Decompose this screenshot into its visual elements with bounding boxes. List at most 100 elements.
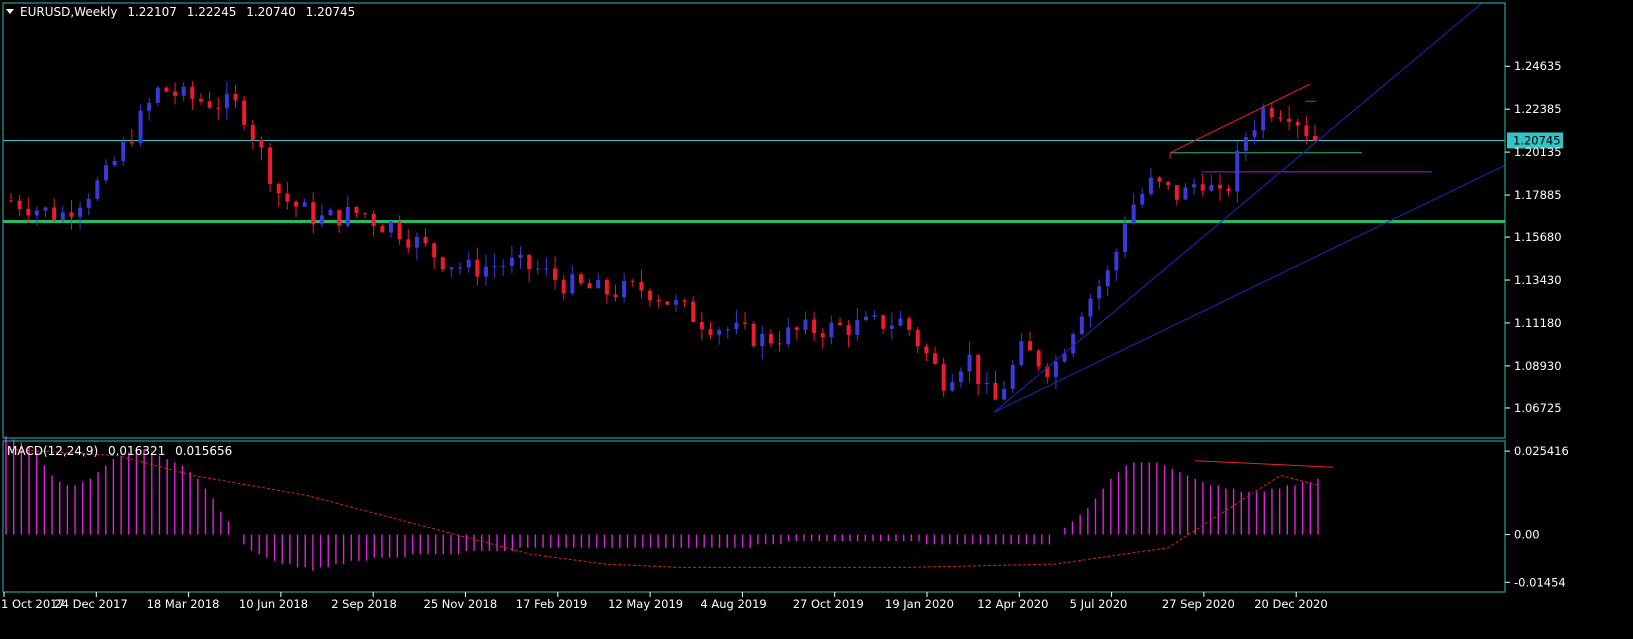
candle-body	[570, 274, 575, 294]
candle-body	[1218, 184, 1223, 189]
candle-body	[1192, 184, 1197, 188]
candle-body	[760, 333, 765, 347]
candle-body	[708, 329, 713, 335]
candle-body	[380, 226, 385, 233]
open-value: 1.22107	[127, 5, 177, 19]
candle-body	[535, 268, 540, 270]
candle-body	[112, 161, 117, 166]
candle-body	[181, 86, 186, 96]
candle-body	[976, 354, 981, 384]
macd-value: 0.016321	[108, 444, 165, 458]
candle-body	[907, 318, 912, 330]
candle-body	[527, 254, 532, 270]
time-tick-label: 5 Jul 2020	[1070, 597, 1128, 611]
candle-body	[1148, 177, 1153, 194]
candle-body	[388, 221, 393, 233]
macd-tick-label: 0.025416	[1514, 444, 1569, 458]
candle-body	[250, 124, 255, 141]
candle-body	[224, 93, 229, 109]
candle-body	[941, 364, 946, 391]
candle-body	[553, 268, 558, 280]
candle-body	[924, 346, 929, 354]
candle-body	[414, 236, 419, 248]
candle-body	[302, 202, 307, 207]
macd-tick-label: -0.01454	[1514, 575, 1566, 589]
candle-body	[233, 93, 238, 101]
candle-body	[268, 147, 273, 184]
candle-body	[458, 267, 463, 269]
time-tick-label: 4 Aug 2019	[700, 597, 766, 611]
time-tick-label: 20 Dec 2020	[1254, 597, 1327, 611]
candle-body	[501, 265, 506, 267]
candle-body	[354, 206, 359, 214]
candle-body	[1131, 204, 1136, 224]
candle-body	[993, 382, 998, 400]
candle-body	[363, 213, 368, 215]
candle-body	[889, 325, 894, 329]
candle-body	[1295, 121, 1300, 126]
collapse-triangle-icon[interactable]	[6, 9, 14, 14]
candle-body	[1313, 136, 1317, 141]
candle-body	[26, 208, 31, 216]
macd-tick-label: 0.00	[1514, 528, 1540, 542]
candle-body	[1036, 350, 1041, 367]
price-tick-label: 1.24635	[1514, 59, 1562, 73]
candle-body	[95, 180, 100, 199]
candle-body	[1166, 181, 1171, 185]
macd-divergence-line	[1195, 460, 1334, 468]
candle-body	[1200, 184, 1205, 191]
macd-signal-line	[5, 448, 1319, 568]
candle-body	[958, 371, 963, 383]
candle-body	[1114, 252, 1119, 271]
horizontal-levels: 1.20745	[3, 132, 1563, 223]
candle-body	[198, 98, 203, 102]
candle-body	[17, 200, 22, 209]
candle-body	[578, 274, 583, 284]
shallow-trendline	[993, 164, 1506, 413]
candle-body	[466, 259, 471, 268]
time-tick-label: 25 Nov 2018	[424, 597, 498, 611]
candle-body	[872, 315, 877, 317]
candle-body	[328, 209, 333, 216]
candle-body	[863, 316, 868, 321]
candle-body	[69, 212, 74, 217]
candle-body	[1028, 341, 1033, 351]
candle-body	[596, 280, 601, 289]
candle-body	[207, 101, 212, 108]
candle-body	[173, 91, 178, 96]
candle-body	[846, 324, 851, 335]
candle-body	[1157, 177, 1162, 182]
candle-body	[812, 319, 817, 334]
price-tick-label: 1.20135	[1514, 145, 1562, 159]
candle-body	[147, 102, 152, 111]
candle-body	[734, 322, 739, 330]
candle-body	[1097, 286, 1102, 299]
candle-body	[622, 280, 627, 298]
price-tick-label: 1.11180	[1514, 316, 1562, 330]
candle-body	[483, 266, 488, 277]
candle-body	[285, 193, 290, 202]
low-value: 1.20740	[246, 5, 296, 19]
candle-body	[691, 301, 696, 323]
candle-body	[950, 382, 955, 391]
candle-body	[838, 322, 843, 325]
candle-body	[820, 333, 825, 338]
time-tick-label: 12 Apr 2020	[977, 597, 1048, 611]
candle-body	[492, 266, 497, 268]
time-tick-label: 18 Mar 2018	[147, 597, 220, 611]
candle-body	[276, 183, 281, 194]
time-tick-label: 17 Feb 2019	[516, 597, 588, 611]
candle-body	[915, 329, 920, 347]
macd-label: MACD(12,24,9)	[7, 444, 98, 458]
candle-body	[371, 213, 376, 227]
candle-body	[1261, 108, 1266, 131]
candle-body	[1243, 137, 1248, 151]
price-tick-label: 1.13430	[1514, 273, 1562, 287]
candle-body	[293, 201, 298, 207]
candle-body	[673, 300, 678, 305]
candle-body	[1235, 150, 1240, 192]
time-tick-label: 24 Dec 2017	[54, 597, 127, 611]
candle-body	[604, 280, 609, 295]
candle-body	[311, 202, 316, 225]
price-tick-label: 1.17885	[1514, 188, 1562, 202]
